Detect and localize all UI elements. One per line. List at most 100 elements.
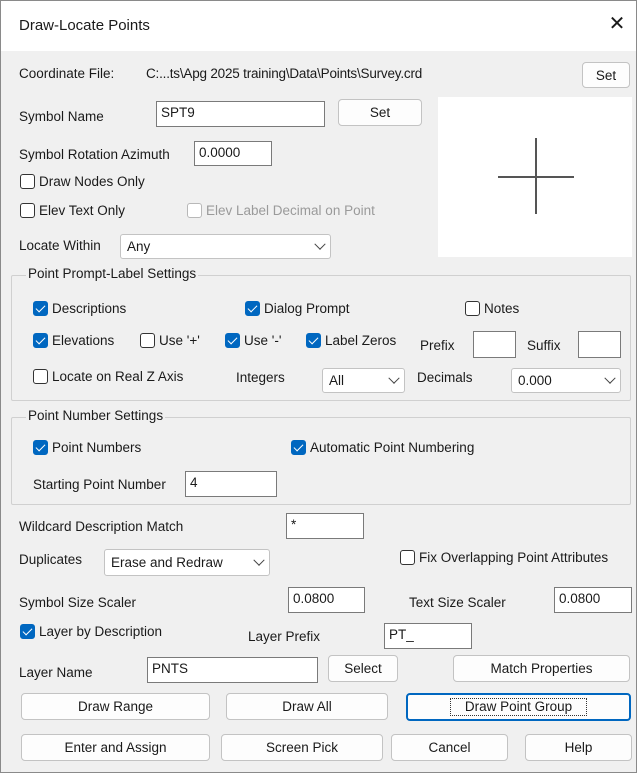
- cancel-button[interactable]: Cancel: [391, 734, 508, 761]
- locate-within-label: Locate Within: [19, 238, 101, 253]
- symbol-size-scaler-label: Symbol Size Scaler: [19, 595, 137, 610]
- symbol-size-scaler-input[interactable]: 0.0800: [288, 587, 365, 613]
- checkbox-label: Dialog Prompt: [264, 301, 350, 316]
- button-label: Screen Pick: [265, 740, 339, 755]
- draw-nodes-only-checkbox[interactable]: Draw Nodes Only: [20, 174, 145, 189]
- integers-label: Integers: [236, 370, 285, 385]
- checkbox-label: Layer by Description: [39, 624, 163, 639]
- dialog-prompt-checkbox[interactable]: Dialog Prompt: [245, 301, 350, 316]
- select-value: Erase and Redraw: [111, 555, 223, 570]
- draw-locate-points-dialog: Draw-Locate Points ✕ Coordinate File: C:…: [0, 0, 637, 773]
- select-value: 0.000: [518, 373, 552, 388]
- prefix-label: Prefix: [420, 338, 455, 353]
- checkbox-label: Notes: [484, 301, 520, 316]
- select-value: All: [329, 373, 345, 388]
- fix-overlapping-checkbox[interactable]: Fix Overlapping Point Attributes: [400, 550, 608, 565]
- checkbox-label: Elev Label Decimal on Point: [206, 203, 375, 218]
- prompt-label-settings-title: Point Prompt-Label Settings: [26, 266, 199, 281]
- text-size-scaler-label: Text Size Scaler: [409, 595, 506, 610]
- set-button-label: Set: [369, 105, 391, 120]
- layer-name-input[interactable]: PNTS: [147, 657, 318, 683]
- suffix-label: Suffix: [527, 338, 561, 353]
- checkbox-box: [33, 369, 48, 384]
- checkbox-label: Elevations: [52, 333, 115, 348]
- layer-select-button[interactable]: Select: [328, 655, 398, 682]
- checkbox-label: Draw Nodes Only: [39, 174, 145, 189]
- button-label: Draw Range: [77, 699, 154, 714]
- decimals-select[interactable]: 0.000: [511, 368, 621, 393]
- use-plus-checkbox[interactable]: Use '+': [140, 333, 200, 348]
- starting-point-number-label: Starting Point Number: [33, 477, 166, 492]
- elev-text-only-checkbox[interactable]: Elev Text Only: [20, 203, 125, 218]
- duplicates-label: Duplicates: [19, 552, 83, 567]
- layer-by-description-checkbox[interactable]: Layer by Description: [20, 624, 162, 639]
- select-value: Any: [127, 239, 151, 254]
- label-zeros-checkbox[interactable]: Label Zeros: [306, 333, 396, 348]
- locate-real-z-checkbox[interactable]: Locate on Real Z Axis: [33, 369, 183, 384]
- wildcard-description-label: Wildcard Description Match: [19, 519, 184, 534]
- screen-pick-button[interactable]: Screen Pick: [221, 734, 383, 761]
- symbol-name-label: Symbol Name: [19, 109, 104, 124]
- match-properties-button[interactable]: Match Properties: [453, 655, 630, 682]
- title-bar: Draw-Locate Points ✕: [1, 1, 636, 51]
- checkbox-box: [225, 333, 240, 348]
- chevron-down-icon: [604, 372, 616, 384]
- checkbox-box: [187, 203, 202, 218]
- crosshair-icon: [535, 138, 537, 214]
- coordinate-file-path: C:...ts\Apg 2025 training\Data\Points\Su…: [146, 66, 423, 81]
- symbol-rotation-label: Symbol Rotation Azimuth: [19, 147, 170, 162]
- help-button[interactable]: Help: [525, 734, 632, 761]
- symbol-rotation-input[interactable]: 0.0000: [194, 141, 272, 166]
- checkbox-label: Use '-': [244, 333, 282, 348]
- layer-prefix-input[interactable]: PT_: [384, 623, 472, 649]
- duplicates-select[interactable]: Erase and Redraw: [104, 549, 270, 576]
- point-number-settings-title: Point Number Settings: [26, 408, 166, 423]
- checkbox-label: Use '+': [159, 333, 200, 348]
- decimals-label: Decimals: [417, 370, 473, 385]
- wildcard-description-input[interactable]: *: [286, 513, 364, 539]
- select-button-label: Select: [344, 661, 382, 676]
- use-minus-checkbox[interactable]: Use '-': [225, 333, 281, 348]
- set-button-label: Set: [595, 67, 617, 83]
- text-size-scaler-input[interactable]: 0.0800: [554, 587, 632, 613]
- notes-checkbox[interactable]: Notes: [465, 301, 519, 316]
- checkbox-label: Descriptions: [52, 301, 127, 316]
- checkbox-label: Locate on Real Z Axis: [52, 369, 184, 384]
- layer-name-label: Layer Name: [19, 665, 93, 680]
- integers-select[interactable]: All: [322, 368, 405, 393]
- window-title: Draw-Locate Points: [19, 17, 150, 34]
- layer-prefix-label: Layer Prefix: [248, 629, 321, 644]
- checkbox-label: Automatic Point Numbering: [310, 440, 475, 455]
- checkbox-box: [20, 203, 35, 218]
- coordinate-file-set-button[interactable]: Set: [582, 62, 630, 88]
- elevations-checkbox[interactable]: Elevations: [33, 333, 114, 348]
- enter-and-assign-button[interactable]: Enter and Assign: [21, 734, 210, 761]
- checkbox-box: [140, 333, 155, 348]
- checkbox-box: [400, 550, 415, 565]
- checkbox-box: [20, 174, 35, 189]
- draw-range-button[interactable]: Draw Range: [21, 693, 210, 720]
- point-numbers-checkbox[interactable]: Point Numbers: [33, 440, 141, 455]
- suffix-input[interactable]: [578, 331, 621, 358]
- descriptions-checkbox[interactable]: Descriptions: [33, 301, 126, 316]
- automatic-point-numbering-checkbox[interactable]: Automatic Point Numbering: [291, 440, 474, 455]
- draw-all-button[interactable]: Draw All: [226, 693, 388, 720]
- checkbox-label: Fix Overlapping Point Attributes: [419, 550, 609, 565]
- prefix-input[interactable]: [473, 331, 516, 358]
- elev-label-decimal-checkbox[interactable]: Elev Label Decimal on Point: [187, 203, 375, 218]
- chevron-down-icon: [388, 372, 400, 384]
- chevron-down-icon: [253, 554, 265, 566]
- symbol-preview: [438, 97, 632, 257]
- locate-within-select[interactable]: Any: [120, 234, 331, 259]
- starting-point-number-input[interactable]: 4: [185, 471, 277, 497]
- button-label: Cancel: [428, 740, 471, 755]
- checkbox-box: [20, 624, 35, 639]
- symbol-set-button[interactable]: Set: [338, 99, 422, 126]
- coordinate-file-label: Coordinate File:: [19, 66, 115, 81]
- checkbox-box: [291, 440, 306, 455]
- button-label: Help: [564, 740, 593, 755]
- close-icon[interactable]: ✕: [605, 11, 629, 37]
- symbol-name-input[interactable]: SPT9: [156, 101, 325, 127]
- draw-point-group-button[interactable]: Draw Point Group: [406, 693, 631, 721]
- match-properties-label: Match Properties: [490, 661, 593, 676]
